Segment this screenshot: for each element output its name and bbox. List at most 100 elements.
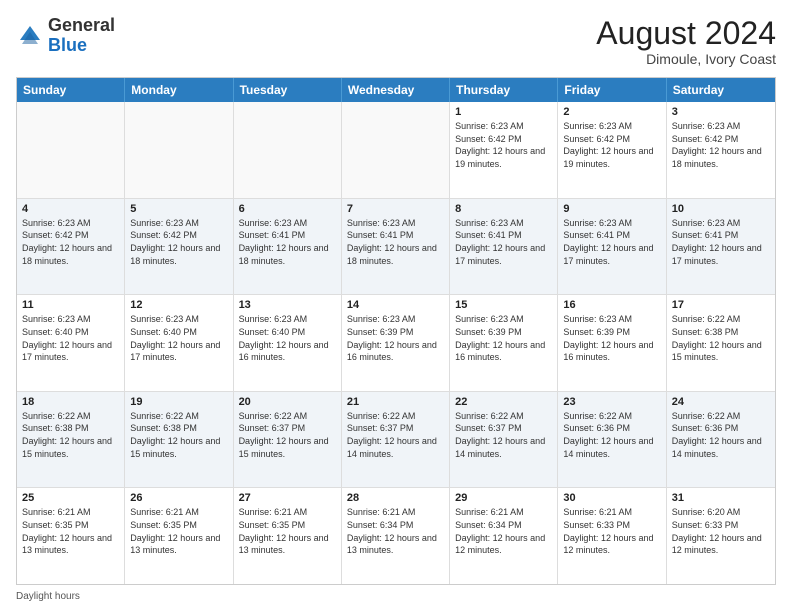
logo-general: General	[48, 15, 115, 35]
cell-info: Sunrise: 6:23 AM Sunset: 6:41 PM Dayligh…	[672, 217, 770, 267]
cal-cell-27: 27 Sunrise: 6:21 AM Sunset: 6:35 PM Dayli…	[234, 488, 342, 584]
cal-cell-3: 3 Sunrise: 6:23 AM Sunset: 6:42 PM Daylig…	[667, 102, 775, 198]
day-number: 2	[563, 106, 660, 118]
cell-info: Sunrise: 6:23 AM Sunset: 6:41 PM Dayligh…	[455, 217, 552, 267]
day-number: 21	[347, 396, 444, 408]
cal-cell-13: 13 Sunrise: 6:23 AM Sunset: 6:40 PM Dayli…	[234, 295, 342, 391]
cell-info: Sunrise: 6:23 AM Sunset: 6:40 PM Dayligh…	[239, 313, 336, 363]
cell-info: Sunrise: 6:20 AM Sunset: 6:33 PM Dayligh…	[672, 506, 770, 556]
day-number: 10	[672, 203, 770, 215]
cal-cell-empty-3	[342, 102, 450, 198]
day-number: 11	[22, 299, 119, 311]
cell-info: Sunrise: 6:23 AM Sunset: 6:41 PM Dayligh…	[563, 217, 660, 267]
cell-info: Sunrise: 6:22 AM Sunset: 6:37 PM Dayligh…	[347, 410, 444, 460]
cal-cell-11: 11Sunrise: 6:23 AM Sunset: 6:40 PM Dayli…	[17, 295, 125, 391]
day-number: 4	[22, 203, 119, 215]
cal-cell-5: 5Sunrise: 6:23 AM Sunset: 6:42 PM Daylig…	[125, 199, 233, 295]
cell-info: Sunrise: 6:23 AM Sunset: 6:42 PM Dayligh…	[563, 120, 660, 170]
cell-info: Sunrise: 6:23 AM Sunset: 6:42 PM Dayligh…	[22, 217, 119, 267]
cal-cell-17: 17Sunrise: 6:22 AM Sunset: 6:38 PM Dayli…	[667, 295, 775, 391]
logo: General Blue	[16, 16, 115, 56]
cal-week-4: 18 Sunrise: 6:22 AM Sunset: 6:38 PM Dayli…	[17, 392, 775, 489]
month-year: August 2024	[596, 16, 776, 51]
day-number: 12	[130, 299, 227, 311]
day-number: 24	[672, 396, 770, 408]
day-number: 15	[455, 299, 552, 311]
cal-cell-26: 26Sunrise: 6:21 AM Sunset: 6:35 PM Dayli…	[125, 488, 233, 584]
cal-cell-empty-0	[17, 102, 125, 198]
cal-cell-empty-1	[125, 102, 233, 198]
cal-cell-14: 14 Sunrise: 6:23 AM Sunset: 6:39 PM Dayli…	[342, 295, 450, 391]
cal-cell-15: 15 Sunrise: 6:23 AM Sunset: 6:39 PM Dayli…	[450, 295, 558, 391]
cal-header-tuesday: Tuesday	[234, 78, 342, 102]
day-number: 16	[563, 299, 660, 311]
day-number: 9	[563, 203, 660, 215]
cell-info: Sunrise: 6:21 AM Sunset: 6:35 PM Dayligh…	[22, 506, 119, 556]
day-number: 22	[455, 396, 552, 408]
logo-blue: Blue	[48, 35, 87, 55]
day-number: 25	[22, 492, 119, 504]
cal-cell-8: 8Sunrise: 6:23 AM Sunset: 6:41 PM Daylig…	[450, 199, 558, 295]
cal-cell-1: 1 Sunrise: 6:23 AM Sunset: 6:42 PM Daylig…	[450, 102, 558, 198]
day-number: 20	[239, 396, 336, 408]
cal-cell-10: 10 Sunrise: 6:23 AM Sunset: 6:41 PM Dayli…	[667, 199, 775, 295]
cal-cell-16: 16 Sunrise: 6:23 AM Sunset: 6:39 PM Dayli…	[558, 295, 666, 391]
cal-cell-24: 24 Sunrise: 6:22 AM Sunset: 6:36 PM Dayli…	[667, 392, 775, 488]
day-number: 6	[239, 203, 336, 215]
cell-info: Sunrise: 6:23 AM Sunset: 6:39 PM Dayligh…	[347, 313, 444, 363]
cal-cell-18: 18 Sunrise: 6:22 AM Sunset: 6:38 PM Dayli…	[17, 392, 125, 488]
cal-cell-31: 31Sunrise: 6:20 AM Sunset: 6:33 PM Dayli…	[667, 488, 775, 584]
cal-cell-21: 21 Sunrise: 6:22 AM Sunset: 6:37 PM Dayli…	[342, 392, 450, 488]
cal-cell-6: 6 Sunrise: 6:23 AM Sunset: 6:41 PM Daylig…	[234, 199, 342, 295]
cal-week-5: 25 Sunrise: 6:21 AM Sunset: 6:35 PM Dayli…	[17, 488, 775, 584]
day-number: 7	[347, 203, 444, 215]
cal-cell-28: 28 Sunrise: 6:21 AM Sunset: 6:34 PM Dayli…	[342, 488, 450, 584]
cell-info: Sunrise: 6:23 AM Sunset: 6:39 PM Dayligh…	[563, 313, 660, 363]
day-number: 17	[672, 299, 770, 311]
title-block: August 2024 Dimoule, Ivory Coast	[596, 16, 776, 67]
day-number: 19	[130, 396, 227, 408]
cell-info: Sunrise: 6:22 AM Sunset: 6:36 PM Dayligh…	[672, 410, 770, 460]
cal-week-3: 11 Sunrise: 6:23 AM Sunset: 6:40 PM Dayli…	[17, 295, 775, 392]
cell-info: Sunrise: 6:22 AM Sunset: 6:37 PM Dayligh…	[239, 410, 336, 460]
cal-cell-4: 4 Sunrise: 6:23 AM Sunset: 6:42 PM Daylig…	[17, 199, 125, 295]
day-number: 5	[130, 203, 227, 215]
cell-info: Sunrise: 6:22 AM Sunset: 6:38 PM Dayligh…	[130, 410, 227, 460]
cal-cell-19: 19 Sunrise: 6:22 AM Sunset: 6:38 PM Dayli…	[125, 392, 233, 488]
day-number: 27	[239, 492, 336, 504]
day-number: 13	[239, 299, 336, 311]
cal-cell-12: 12Sunrise: 6:23 AM Sunset: 6:40 PM Dayli…	[125, 295, 233, 391]
footer: Daylight hours	[16, 591, 776, 602]
logo-icon	[16, 22, 44, 50]
calendar: SundayMondayTuesdayWednesdayThursdayFrid…	[16, 77, 776, 585]
page-header: General Blue August 2024 Dimoule, Ivory …	[16, 16, 776, 67]
day-number: 28	[347, 492, 444, 504]
cal-cell-2: 2 Sunrise: 6:23 AM Sunset: 6:42 PM Daylig…	[558, 102, 666, 198]
cell-info: Sunrise: 6:22 AM Sunset: 6:38 PM Dayligh…	[22, 410, 119, 460]
cell-info: Sunrise: 6:23 AM Sunset: 6:42 PM Dayligh…	[672, 120, 770, 170]
cell-info: Sunrise: 6:21 AM Sunset: 6:34 PM Dayligh…	[347, 506, 444, 556]
cal-week-2: 4 Sunrise: 6:23 AM Sunset: 6:42 PM Daylig…	[17, 199, 775, 296]
cal-cell-9: 9 Sunrise: 6:23 AM Sunset: 6:41 PM Daylig…	[558, 199, 666, 295]
cal-cell-30: 30Sunrise: 6:21 AM Sunset: 6:33 PM Dayli…	[558, 488, 666, 584]
calendar-header-row: SundayMondayTuesdayWednesdayThursdayFrid…	[17, 78, 775, 102]
daylight-hours-label: Daylight hours	[16, 591, 80, 602]
cell-info: Sunrise: 6:23 AM Sunset: 6:42 PM Dayligh…	[455, 120, 552, 170]
cal-header-friday: Friday	[558, 78, 666, 102]
day-number: 29	[455, 492, 552, 504]
location: Dimoule, Ivory Coast	[596, 51, 776, 67]
cal-cell-20: 20 Sunrise: 6:22 AM Sunset: 6:37 PM Dayli…	[234, 392, 342, 488]
cell-info: Sunrise: 6:23 AM Sunset: 6:39 PM Dayligh…	[455, 313, 552, 363]
cell-info: Sunrise: 6:21 AM Sunset: 6:35 PM Dayligh…	[239, 506, 336, 556]
day-number: 1	[455, 106, 552, 118]
day-number: 3	[672, 106, 770, 118]
cal-header-thursday: Thursday	[450, 78, 558, 102]
cell-info: Sunrise: 6:23 AM Sunset: 6:41 PM Dayligh…	[347, 217, 444, 267]
cell-info: Sunrise: 6:23 AM Sunset: 6:41 PM Dayligh…	[239, 217, 336, 267]
cal-cell-7: 7 Sunrise: 6:23 AM Sunset: 6:41 PM Daylig…	[342, 199, 450, 295]
day-number: 26	[130, 492, 227, 504]
day-number: 30	[563, 492, 660, 504]
day-number: 14	[347, 299, 444, 311]
day-number: 18	[22, 396, 119, 408]
cal-cell-29: 29Sunrise: 6:21 AM Sunset: 6:34 PM Dayli…	[450, 488, 558, 584]
